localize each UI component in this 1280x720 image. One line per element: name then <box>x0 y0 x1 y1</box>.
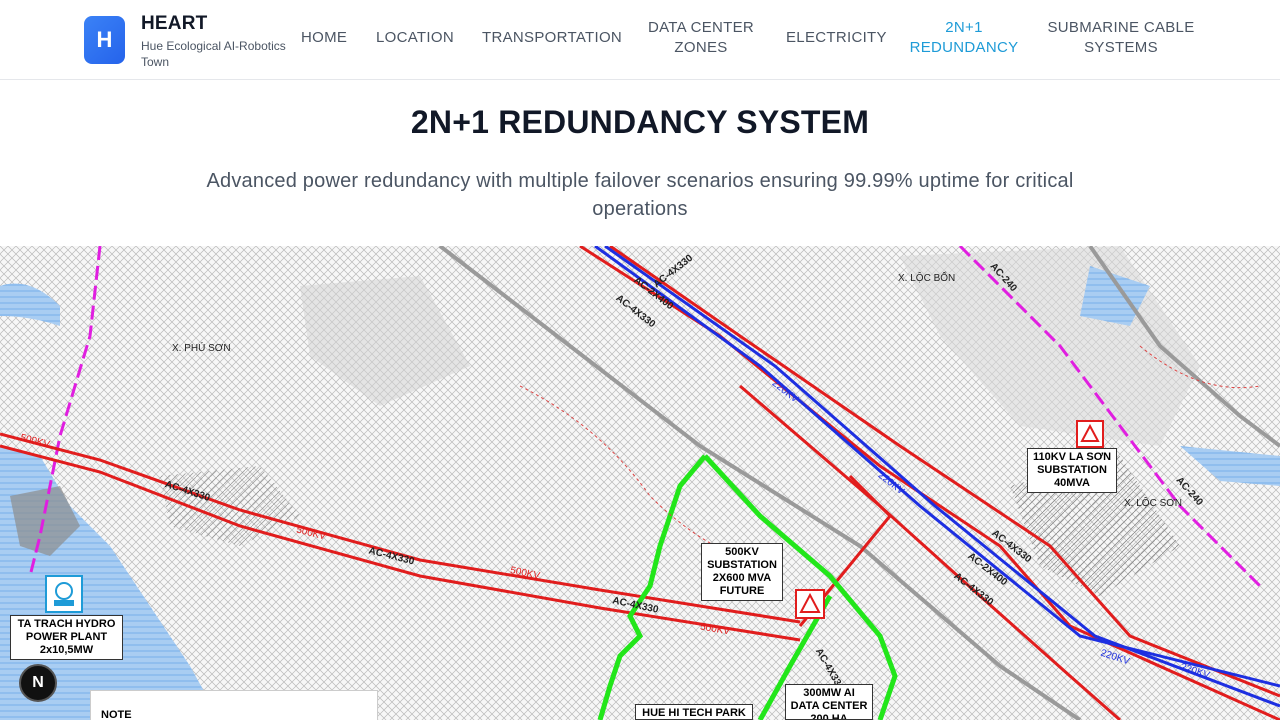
redundancy-map[interactable]: X. PHÚ SƠN X. LỘC BỔN X. LỘC SƠN AC-4X33… <box>0 246 1280 720</box>
label-500kv-substation[interactable]: 500KV SUBSTATION 2X600 MVA FUTURE <box>701 543 783 601</box>
label-ai-data-center[interactable]: 300MW AI DATA CENTER 200 HA <box>785 684 873 720</box>
place-phu-son: X. PHÚ SƠN <box>172 343 231 354</box>
page-title: 2N+1 REDUNDANCY SYSTEM <box>410 104 870 140</box>
map-note-panel: NOTE <box>90 690 378 720</box>
place-loc-son: X. LỘC SƠN <box>1124 498 1183 509</box>
label-110kv-substation[interactable]: 110KV LA SƠN SUBSTATION 40MVA <box>1027 448 1117 493</box>
note-heading: NOTE <box>101 709 132 720</box>
nav-submarine-cable-systems[interactable]: SUBMARINE CABLE SYSTEMS <box>1046 18 1196 58</box>
brand-subtitle: Hue Ecological AI-Robotics Town <box>141 39 286 69</box>
site-header: H HEART Hue Ecological AI-Robotics Town … <box>0 0 1280 80</box>
nav-transportation[interactable]: TRANSPORTATION <box>482 28 622 48</box>
label-hue-hi-tech-park[interactable]: HUE HI TECH PARK <box>635 704 753 720</box>
brand-name[interactable]: HEART <box>141 13 207 35</box>
hydro-plant-icon[interactable] <box>45 575 83 613</box>
place-loc-bon: X. LỘC BỔN <box>898 273 956 284</box>
nav-data-center-zones[interactable]: DATA CENTER ZONES <box>646 18 756 58</box>
nav-location[interactable]: LOCATION <box>376 28 454 48</box>
substation-500kv-icon[interactable] <box>795 589 825 619</box>
page-subtitle: Advanced power redundancy with multiple … <box>206 170 1074 220</box>
nav-electricity[interactable]: ELECTRICITY <box>786 28 887 48</box>
nav-home[interactable]: HOME <box>301 28 347 48</box>
framework-badge-icon[interactable]: N <box>19 664 57 702</box>
label-hydro-plant[interactable]: TA TRACH HYDRO POWER PLANT 2x10,5MW <box>10 615 123 660</box>
logo-icon[interactable]: H <box>84 16 125 64</box>
nav-2n1-redundancy[interactable]: 2N+1 REDUNDANCY <box>906 18 1022 58</box>
substation-110kv-icon[interactable] <box>1076 420 1104 448</box>
